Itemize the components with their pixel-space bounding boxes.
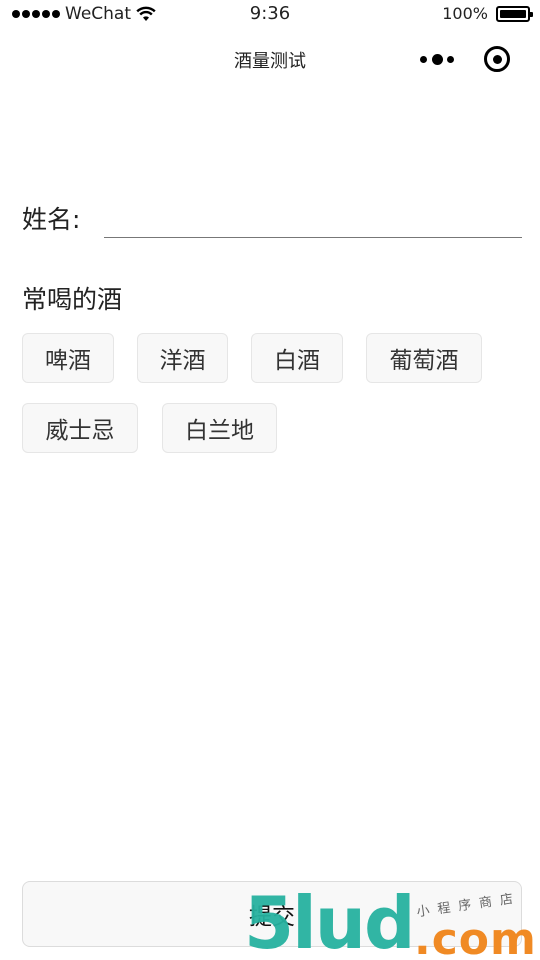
battery-fill — [500, 9, 526, 18]
navigation-bar: 酒量测试 — [0, 30, 540, 88]
drink-option-brandy[interactable]: 白兰地 — [162, 403, 277, 453]
drink-option-beer[interactable]: 啤酒 — [22, 333, 114, 383]
more-dot-icon — [447, 55, 454, 63]
close-miniprogram-button[interactable] — [484, 46, 510, 72]
battery-icon — [496, 5, 533, 22]
battery-percentage: 100% — [442, 4, 488, 23]
name-label: 姓名: — [22, 205, 81, 234]
more-options-button[interactable] — [420, 52, 454, 66]
name-input[interactable] — [104, 196, 522, 238]
drinks-section-title: 常喝的酒 — [22, 285, 123, 314]
drink-option-baijiu[interactable]: 白酒 — [251, 333, 343, 383]
more-dot-icon — [420, 55, 427, 63]
page-title: 酒量测试 — [234, 51, 306, 72]
drink-option-liquor[interactable]: 洋酒 — [137, 333, 228, 383]
target-icon — [492, 54, 502, 64]
name-field-row: 姓名: — [22, 196, 522, 240]
submit-button[interactable]: 提交 — [22, 881, 522, 947]
status-right: 100% — [442, 4, 533, 23]
status-bar: WeChat 9:36 100% — [0, 0, 540, 30]
drink-option-wine[interactable]: 葡萄酒 — [366, 333, 482, 383]
more-dot-icon — [431, 53, 443, 65]
drink-option-whisky[interactable]: 威士忌 — [22, 403, 138, 453]
